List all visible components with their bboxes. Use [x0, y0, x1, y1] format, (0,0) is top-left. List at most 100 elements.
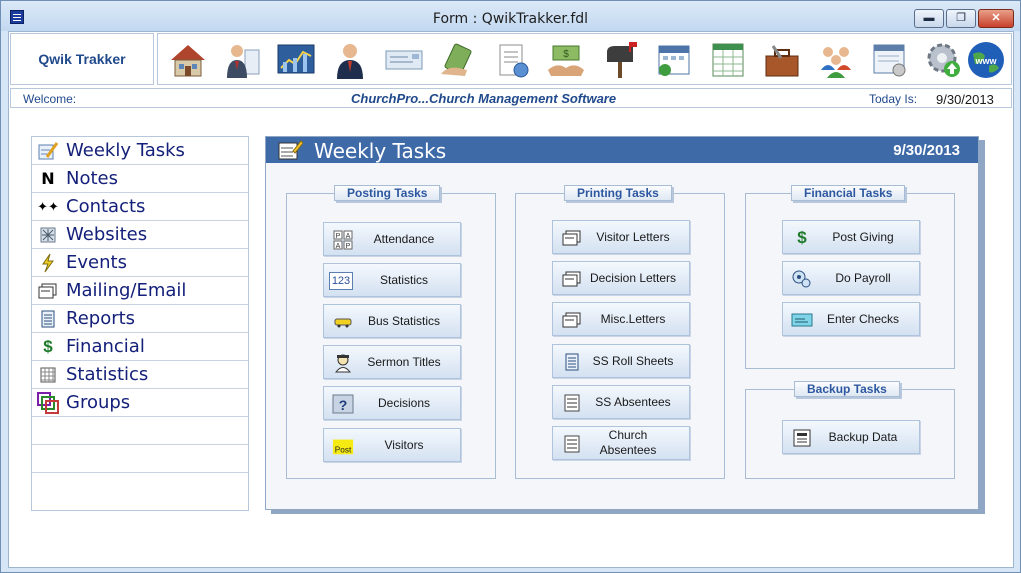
people-icon[interactable] — [814, 40, 858, 80]
sidebar-empty-row — [32, 445, 248, 473]
button-label: Post Giving — [832, 229, 894, 244]
settings-window-icon[interactable] — [868, 40, 912, 80]
visitor-letters-button[interactable]: Visitor Letters — [552, 220, 690, 254]
welcome-bar: Welcome: ChurchPro...Church Management S… — [10, 88, 1012, 108]
spreadsheet-icon[interactable] — [706, 40, 750, 80]
attendance-button[interactable]: PAAP Attendance — [323, 222, 461, 256]
backup-tasks-group: Backup Tasks Backup Data — [745, 381, 955, 479]
app-name: Qwik Trakker — [10, 33, 154, 85]
sidebar-item-contacts[interactable]: ✦✦ Contacts — [32, 193, 248, 221]
preacher-icon — [332, 353, 354, 373]
bus-icon — [332, 312, 354, 332]
sidebar-item-label: Groups — [66, 392, 131, 413]
minimize-button[interactable]: ▬ — [914, 9, 944, 28]
toolbox-icon[interactable] — [760, 40, 804, 80]
posting-tasks-title: Posting Tasks — [334, 185, 441, 201]
button-label: Statistics — [379, 272, 428, 287]
cash-handshake-icon[interactable]: $ — [544, 40, 588, 80]
websites-icon — [37, 224, 59, 246]
today-label: Today Is: — [869, 92, 918, 106]
sidebar-item-websites[interactable]: Websites — [32, 221, 248, 249]
button-label: SS Roll Sheets — [592, 353, 674, 368]
button-label: Sermon Titles — [367, 354, 441, 369]
sidebar-item-groups[interactable]: Groups — [32, 389, 248, 417]
lightning-icon — [37, 252, 59, 274]
check-icon[interactable] — [382, 40, 426, 80]
attendance-icon: PAAP — [332, 230, 354, 250]
sidebar-item-statistics[interactable]: Statistics — [32, 361, 248, 389]
attendance-icon-p: P — [346, 243, 351, 250]
misc-letters-button[interactable]: Misc.Letters — [552, 302, 690, 336]
question-icon: ? — [332, 394, 354, 414]
welcome-label: Welcome: — [23, 92, 77, 106]
sidebar-empty-row — [32, 417, 248, 445]
sidebar-item-label: Financial — [66, 336, 145, 357]
check-icon — [791, 310, 813, 330]
clipboard-icon[interactable] — [490, 40, 534, 80]
house-icon[interactable] — [166, 40, 210, 80]
button-label: Decisions — [377, 395, 431, 410]
visitors-button[interactable]: Post Visitors — [323, 428, 461, 462]
decisions-button[interactable]: ? Decisions — [323, 386, 461, 420]
attendance-icon-p: P — [336, 233, 341, 240]
posting-tasks-group: Posting Tasks PAAP Attendance 123 Statis… — [286, 185, 496, 479]
mailbox-icon[interactable] — [598, 40, 642, 80]
sidebar-item-reports[interactable]: Reports — [32, 305, 248, 333]
client-area: Qwik Trakker $ www Welcome: ChurchPro...… — [8, 31, 1014, 568]
ss-absentees-button[interactable]: SS Absentees — [552, 385, 690, 419]
payroll-icon — [791, 269, 813, 289]
sermon-titles-button[interactable]: Sermon Titles — [323, 345, 461, 379]
tasks-header-icon — [277, 139, 304, 161]
button-label: Bus Statistics — [367, 313, 441, 328]
sidebar-item-events[interactable]: Events — [32, 249, 248, 277]
notes-icon: N — [41, 169, 55, 188]
backup-data-button[interactable]: Backup Data — [782, 420, 920, 454]
enter-checks-button[interactable]: Enter Checks — [782, 302, 920, 336]
button-label: SS Absentees — [595, 394, 671, 409]
button-label: Visitors — [384, 437, 424, 452]
printing-tasks-group: Printing Tasks Visitor Letters Decision … — [515, 185, 725, 479]
gear-upload-icon[interactable] — [922, 40, 966, 80]
statistics-123-icon: 123 — [329, 272, 353, 290]
manager-icon[interactable] — [220, 40, 264, 80]
svg-text:www: www — [974, 56, 997, 66]
statistics-icon — [37, 364, 59, 386]
today-date: 9/30/2013 — [936, 92, 994, 107]
weekly-tasks-panel: Weekly Tasks 9/30/2013 Posting Tasks PAA… — [265, 136, 979, 510]
svg-text:?: ? — [339, 397, 348, 413]
app-tagline: ChurchPro...Church Management Software — [351, 91, 617, 106]
sidebar-item-financial[interactable]: $ Financial — [32, 333, 248, 361]
maximize-button[interactable]: ❐ — [946, 9, 976, 28]
do-payroll-button[interactable]: Do Payroll — [782, 261, 920, 295]
panel-title: Weekly Tasks — [314, 139, 447, 163]
chart-icon[interactable] — [274, 40, 318, 80]
financial-tasks-group: Financial Tasks $ Post Giving Do Payroll… — [745, 185, 955, 369]
button-label: Visitor Letters — [596, 229, 670, 244]
www-globe-icon[interactable]: www — [964, 40, 1008, 80]
title-bar[interactable]: Form : QwikTrakker.fdl ▬ ❐ ✕ — [1, 1, 1020, 31]
sidebar-item-notes[interactable]: N Notes — [32, 165, 248, 193]
bus-statistics-button[interactable]: Bus Statistics — [323, 304, 461, 338]
dollar-icon: $ — [43, 336, 53, 356]
sidebar-item-label: Statistics — [66, 364, 149, 385]
svg-text:$: $ — [563, 49, 569, 60]
money-hand-icon[interactable] — [436, 40, 480, 80]
sidebar-item-label: Reports — [66, 308, 136, 329]
sidebar-item-label: Weekly Tasks — [66, 140, 185, 161]
person-icon[interactable] — [328, 40, 372, 80]
church-absentees-button[interactable]: Church Absentees — [552, 426, 690, 460]
sidebar-item-weekly-tasks[interactable]: Weekly Tasks — [32, 137, 248, 165]
post-giving-button[interactable]: $ Post Giving — [782, 220, 920, 254]
button-label: Attendance — [373, 231, 435, 246]
attendance-icon-a: A — [346, 233, 351, 240]
statistics-button[interactable]: 123 Statistics — [323, 263, 461, 297]
button-label: Do Payroll — [835, 270, 891, 285]
sidebar-item-label: Contacts — [66, 196, 146, 217]
calendar-icon[interactable] — [652, 40, 696, 80]
sidebar-item-mailing-email[interactable]: Mailing/Email — [32, 277, 248, 305]
ss-roll-sheets-button[interactable]: SS Roll Sheets — [552, 344, 690, 378]
close-button[interactable]: ✕ — [978, 9, 1014, 28]
report-icon — [561, 352, 583, 372]
letters-icon — [561, 269, 583, 289]
decision-letters-button[interactable]: Decision Letters — [552, 261, 690, 295]
